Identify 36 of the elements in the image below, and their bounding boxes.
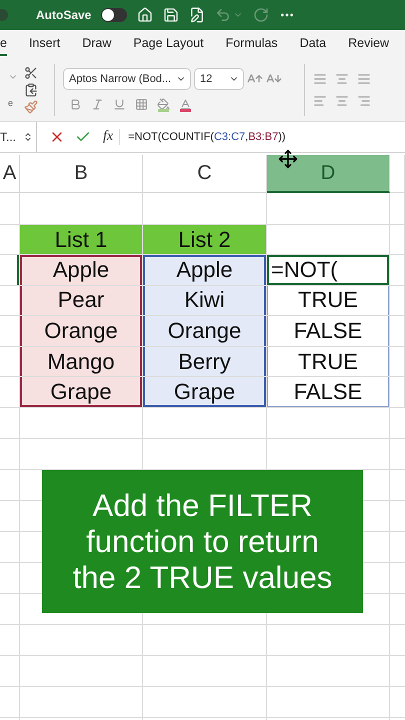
font-size-dropdown[interactable]: 12 bbox=[194, 68, 244, 90]
caption-banner: Add the FILTER function to return the 2 TRUE values bbox=[42, 470, 363, 613]
column-header[interactable]: D bbox=[267, 155, 390, 193]
formula-input[interactable]: =NOT(COUNTIF(C3:C7,B3:B7)) bbox=[128, 131, 286, 143]
table-cell: Grape bbox=[143, 377, 267, 408]
table-cell: FALSE bbox=[267, 377, 390, 408]
table-header-cell: List 2 bbox=[143, 225, 267, 255]
table-cell: FALSE bbox=[267, 316, 390, 347]
table-cell: Mango bbox=[20, 346, 143, 378]
ribbon-tab[interactable]: Review bbox=[348, 32, 390, 56]
ribbon-tab[interactable]: Formulas bbox=[226, 32, 278, 56]
table-cell: TRUE bbox=[267, 286, 390, 316]
column-header[interactable]: C bbox=[143, 155, 267, 193]
table-cell: Apple bbox=[143, 255, 267, 286]
name-box[interactable]: T... bbox=[0, 122, 37, 152]
ribbon-tab[interactable]: Insert bbox=[28, 32, 60, 56]
ribbon-tab[interactable]: Draw bbox=[82, 32, 112, 56]
ribbon-tab[interactable]: e bbox=[0, 32, 7, 56]
table-cell: Orange bbox=[143, 316, 267, 347]
table-cell: Kiwi bbox=[143, 286, 267, 316]
table-cell: Berry bbox=[143, 346, 267, 378]
autosave-label: AutoSave bbox=[36, 8, 92, 22]
paste-label: e bbox=[8, 98, 14, 108]
ribbon-tab[interactable]: Data bbox=[300, 32, 326, 56]
column-header[interactable]: A bbox=[0, 155, 20, 193]
table-header-cell: List 1 bbox=[20, 225, 143, 255]
table-cell: Apple bbox=[20, 255, 143, 286]
cell-editor[interactable]: =NOT( bbox=[267, 255, 390, 286]
font-name-dropdown[interactable]: Aptos Narrow (Bod... bbox=[63, 68, 191, 90]
ribbon-tab[interactable]: Page Layout bbox=[133, 32, 204, 56]
column-header[interactable]: B bbox=[20, 155, 143, 193]
table-cell: Grape bbox=[20, 377, 143, 408]
insert-function-button[interactable]: fx bbox=[103, 129, 120, 145]
table-cell: Orange bbox=[20, 316, 143, 347]
table-cell: TRUE bbox=[267, 346, 390, 378]
table-cell: Pear bbox=[20, 286, 143, 316]
